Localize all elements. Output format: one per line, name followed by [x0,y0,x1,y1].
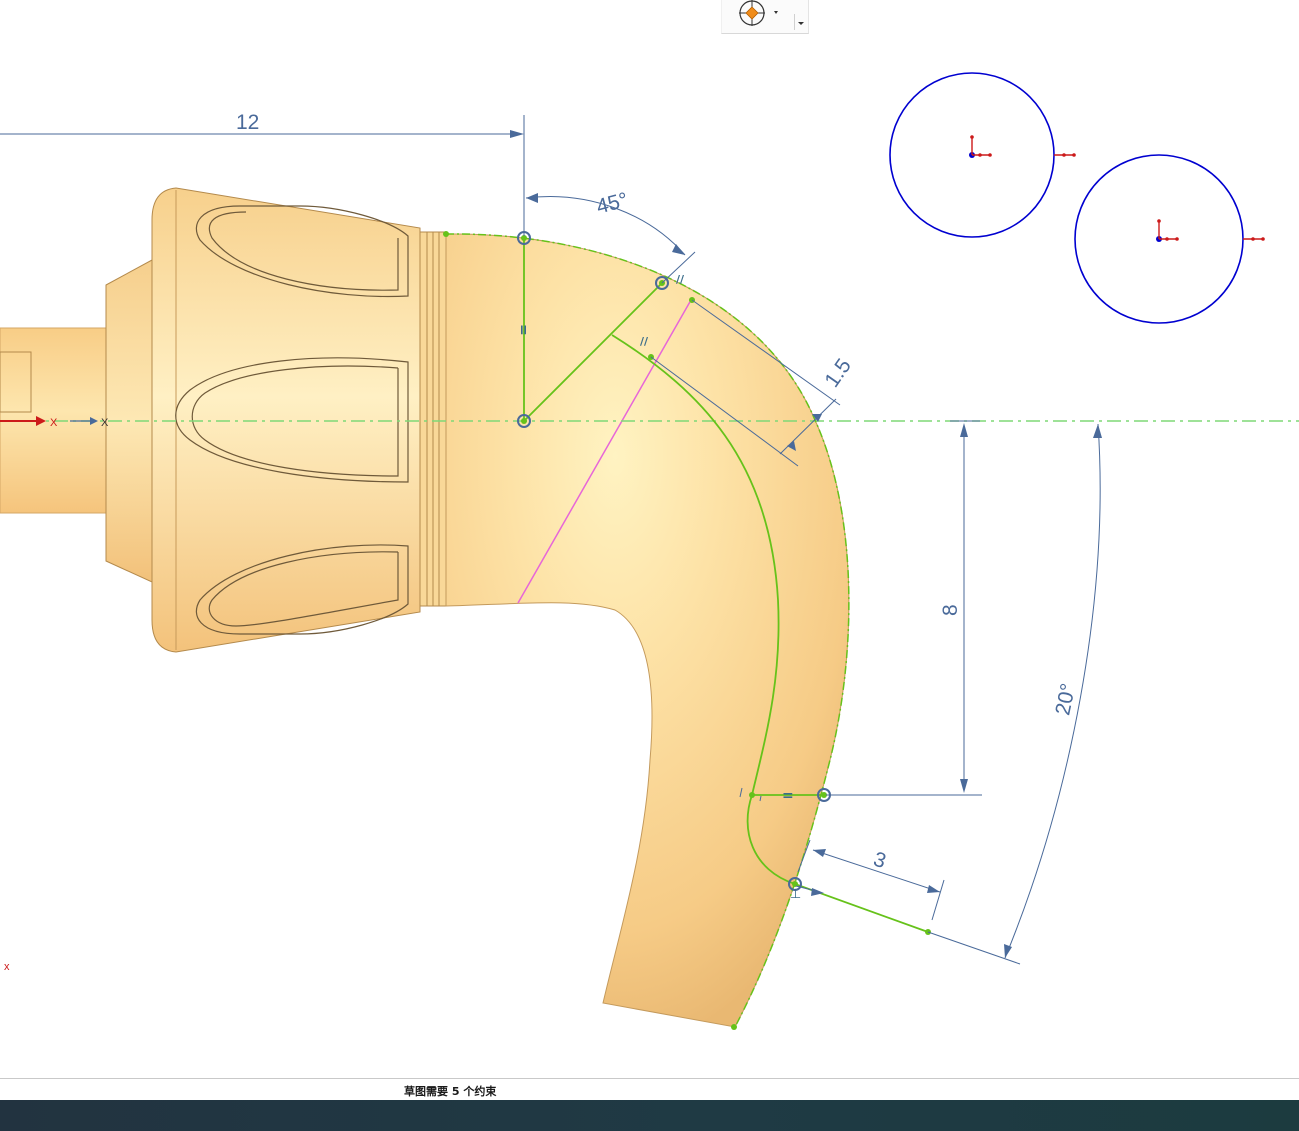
snap-point-icon [739,0,778,26]
bottom-x-label: x [4,961,10,973]
x-axis-label: X [50,417,58,429]
snap-toolbar [721,0,809,34]
datum-circle-1[interactable] [889,72,1076,238]
toolbar-overflow-button[interactable] [794,14,807,30]
dimension-20-deg: 20° [1051,681,1080,717]
nut-body [151,187,447,653]
dimension-3: 3 [871,848,889,873]
status-bar: 草图需要 5 个约束 [0,1078,1299,1101]
parallel-constraint: // [640,335,649,348]
os-taskbar [0,1100,1299,1131]
origin-x-label: X [101,417,109,429]
snap-point-button[interactable] [734,0,780,30]
perpendicular-constraint: ⊥ [790,887,801,902]
chevron-down-icon [798,22,804,25]
status-message: 草图需要 5 个约束 [404,1085,497,1098]
equal-constraint: = [515,324,531,336]
parallel-constraint: // [676,273,685,286]
datum-circle-2[interactable] [1074,154,1265,324]
elbow-body [445,233,850,1028]
graphics-viewport[interactable]: X X x = = // // ⊥ 12 45° 1.5 8 20° 3 [0,0,1299,1078]
dimension-8: 8 [939,604,962,616]
dimension-1-5: 1.5 [820,355,856,392]
dimension-12: 12 [236,111,259,134]
equal-constraint: = [782,788,794,804]
dimension-45-deg: 45° [594,188,631,218]
